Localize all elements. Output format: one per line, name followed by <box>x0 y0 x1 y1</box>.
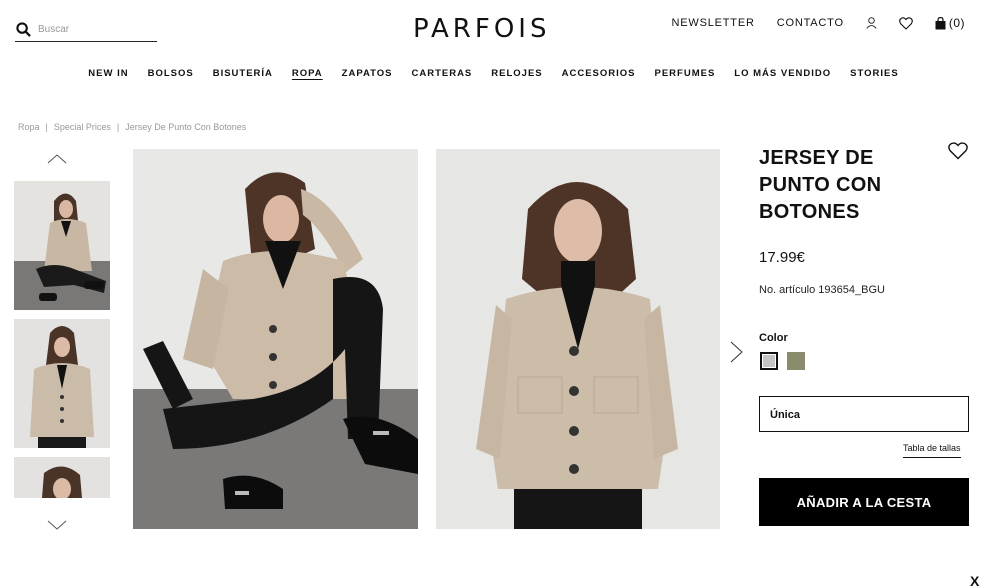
nav-item-zapatos[interactable]: ZAPATOS <box>342 68 393 79</box>
add-to-cart-button[interactable]: AÑADIR A LA CESTA <box>759 478 969 526</box>
nav-item-carteras[interactable]: CARTERAS <box>411 68 472 79</box>
newsletter-link[interactable]: NEWSLETTER <box>672 17 755 29</box>
thumbnail-2[interactable] <box>14 319 110 448</box>
color-swatch-olive[interactable] <box>787 352 805 370</box>
search-icon <box>16 21 31 37</box>
swatch-fill <box>763 355 775 367</box>
breadcrumb-separator: | <box>45 122 48 132</box>
search-bar[interactable] <box>15 17 157 42</box>
nav-item-accesorios[interactable]: ACCESORIOS <box>562 68 636 79</box>
product-image-1[interactable] <box>133 149 418 529</box>
thumbnail-1[interactable] <box>14 181 110 310</box>
bag-count: (0) <box>948 16 965 30</box>
nav-item-lo-mas-vendido[interactable]: LO MÁS VENDIDO <box>734 68 831 79</box>
nav-item-stories[interactable]: STORIES <box>850 68 899 79</box>
color-label: Color <box>759 332 788 344</box>
product-image-2[interactable] <box>436 149 720 529</box>
user-icon[interactable] <box>866 17 877 29</box>
breadcrumb-item[interactable]: Special Prices <box>54 122 111 132</box>
nav-item-bolsos[interactable]: BOLSOS <box>148 68 194 79</box>
close-button[interactable]: X <box>970 573 979 587</box>
next-image-arrow-icon[interactable] <box>730 341 743 368</box>
nav-item-relojes[interactable]: RELOJES <box>491 68 542 79</box>
nav-item-ropa[interactable]: ROPA <box>292 68 323 79</box>
breadcrumb-item[interactable]: Ropa <box>18 122 40 132</box>
nav-item-perfumes[interactable]: PERFUMES <box>655 68 716 79</box>
thumbnails-down-arrow-icon[interactable] <box>47 518 67 536</box>
breadcrumb-item-current: Jersey De Punto Con Botones <box>125 122 247 132</box>
size-table-link[interactable]: Tabla de tallas <box>903 443 961 458</box>
contact-link[interactable]: CONTACTO <box>777 17 844 29</box>
size-selector[interactable]: Única <box>759 396 969 432</box>
product-price: 17.99€ <box>759 249 805 266</box>
breadcrumb: Ropa | Special Prices | Jersey De Punto … <box>18 122 246 132</box>
logo[interactable]: PARFOIS <box>413 14 571 44</box>
breadcrumb-separator: | <box>116 122 120 132</box>
nav-item-new-in[interactable]: NEW IN <box>88 68 128 79</box>
shopping-bag[interactable]: (0) <box>935 16 965 30</box>
add-to-wishlist-heart-icon[interactable] <box>948 142 968 165</box>
product-title: JERSEY DE PUNTO CON BOTONES <box>759 147 882 223</box>
top-links: NEWSLETTER CONTACTO (0) <box>650 16 965 30</box>
shopping-bag-icon <box>935 16 946 29</box>
thumbnails-up-arrow-icon[interactable] <box>47 151 67 169</box>
nav-item-bisuteria[interactable]: BISUTERÍA <box>213 68 273 79</box>
thumbnail-3[interactable] <box>14 457 110 498</box>
color-swatch-grey-selected[interactable] <box>760 352 778 370</box>
product-sku: No. artículo 193654_BGU <box>759 284 885 296</box>
wishlist-icon[interactable] <box>898 16 913 30</box>
search-input[interactable] <box>38 23 148 35</box>
main-nav: NEW IN BOLSOS BISUTERÍA ROPA ZAPATOS CAR… <box>0 68 987 79</box>
